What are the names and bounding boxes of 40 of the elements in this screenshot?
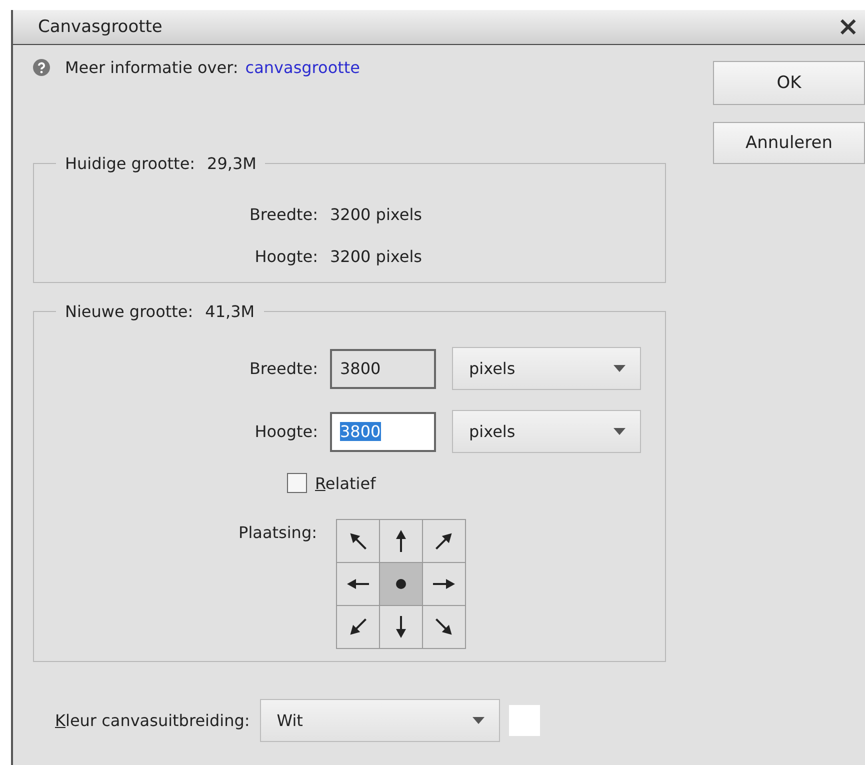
anchor-label: Plaatsing: [238, 523, 318, 544]
anchor-cell[interactable] [337, 520, 379, 562]
dialog-button[interactable]: Annuleren [713, 122, 865, 164]
caret-icon [613, 428, 626, 435]
anchor-cell[interactable] [380, 606, 422, 648]
anchor-cell[interactable] [423, 606, 465, 648]
dimension-label: Hoogte: [254, 422, 319, 441]
caret-icon [613, 365, 626, 372]
group-legend: Huidige grootte: [65, 154, 196, 173]
anchor-cell[interactable] [337, 563, 379, 605]
dimension-value: 3200 pixels [330, 204, 422, 224]
checkbox-label[interactable]: Relatief [315, 474, 376, 492]
group-legend: Nieuwe grootte: [65, 302, 194, 321]
window-title: Canvasgrootte [38, 17, 162, 37]
dimension-label: Breedte: [248, 204, 319, 224]
color-dropdown[interactable]: Wit [260, 699, 500, 742]
help-link[interactable]: canvasgrootte [245, 58, 360, 76]
help-label: Meer informatie over: [65, 58, 238, 76]
anchor-cell[interactable] [423, 563, 465, 605]
color-swatch[interactable] [508, 705, 540, 736]
help-icon [33, 58, 50, 76]
color-label: Kleur canvasuitbreiding: [55, 711, 250, 730]
anchor-cell[interactable] [380, 520, 422, 562]
dimension-label: Hoogte: [254, 246, 319, 266]
caret-icon [472, 717, 485, 724]
checkbox[interactable] [287, 473, 307, 493]
anchor-cell[interactable] [380, 563, 422, 605]
anchor-cell[interactable] [423, 520, 465, 562]
dimension-label: Breedte: [248, 359, 319, 378]
unit-dropdown[interactable]: pixels [452, 347, 641, 390]
anchor-cell[interactable] [337, 606, 379, 648]
dimension-value: 3200 pixels [330, 246, 422, 266]
close-button[interactable]: × [837, 14, 859, 40]
unit-dropdown[interactable]: pixels [452, 410, 641, 453]
size-value: 29,3M [207, 154, 256, 173]
input-field[interactable]: 3800 [330, 348, 436, 388]
input-field[interactable]: 3800 [330, 412, 436, 452]
dialog-button[interactable]: OK [713, 61, 865, 105]
size-value: 41,3M [205, 302, 255, 321]
dot-icon [396, 579, 406, 589]
